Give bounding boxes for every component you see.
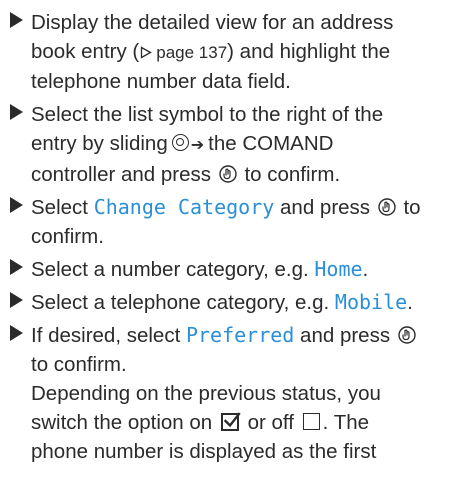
step-telephone-category: Select a telephone category, e.g. Mobile… xyxy=(8,288,454,317)
note-text-c: . The xyxy=(322,411,370,434)
press-controller-icon xyxy=(398,325,416,344)
step-2-text-d: to confirm. xyxy=(244,163,341,186)
press-controller-icon xyxy=(219,164,237,183)
press-controller-icon xyxy=(378,197,396,216)
step-select-list-symbol: Select the list symbol to the right of t… xyxy=(8,100,454,189)
note-text-b: or off xyxy=(247,411,294,434)
step-preferred: If desired, select Preferred and press t… xyxy=(8,321,454,466)
checkbox-checked-icon xyxy=(220,411,241,431)
step-2-line-3: controller and press to confirm. xyxy=(31,160,454,189)
comand-controller-icon xyxy=(171,134,189,152)
slide-right-arrow-icon: ➔ xyxy=(190,137,205,154)
step-1-line-3: telephone number data field. xyxy=(31,70,291,93)
step-5-line-1: Select a telephone category, e.g. Mobile… xyxy=(31,288,454,317)
triangle-bullet-icon xyxy=(10,197,23,213)
step-3-line-2: confirm. xyxy=(31,225,104,248)
option-preferred[interactable]: Preferred xyxy=(186,323,294,347)
page-reference-triangle-icon xyxy=(141,46,153,59)
step-change-category: Select Change Category and press to conf… xyxy=(8,193,454,251)
note-text-a: switch the option on xyxy=(31,411,213,434)
option-mobile[interactable]: Mobile xyxy=(335,290,407,314)
step-4-line-1: Select a number category, e.g. Home. xyxy=(31,255,454,284)
step-3-line-1: Select Change Category and press to xyxy=(31,193,454,222)
triangle-bullet-icon xyxy=(10,104,23,120)
step-display-detailed-view: Display the detailed view for an address… xyxy=(8,8,454,96)
instruction-list: Display the detailed view for an address… xyxy=(8,8,454,470)
triangle-bullet-icon xyxy=(10,325,23,341)
page-reference-link[interactable]: page 137 xyxy=(156,43,227,62)
step-1-text-a: book entry ( xyxy=(31,40,140,63)
step-2-line-2: entry by sliding ➔ the COMAND xyxy=(31,129,454,160)
step-3-text-a: Select xyxy=(31,196,88,219)
menu-item-change-category[interactable]: Change Category xyxy=(94,195,275,219)
step-6-text-a: If desired, select xyxy=(31,324,181,347)
triangle-bullet-icon xyxy=(10,12,23,28)
step-2-text-b: the COMAND xyxy=(208,132,334,155)
step-1-line-2: book entry ( page 137) and highlight the xyxy=(31,37,454,67)
step-6-text-b: and press xyxy=(300,324,391,347)
option-home[interactable]: Home xyxy=(314,257,362,281)
step-6-line-1: If desired, select Preferred and press xyxy=(31,321,454,350)
step-2-line-1: Select the list symbol to the right of t… xyxy=(31,103,384,126)
step-5-text-b: . xyxy=(407,291,413,314)
step-1-text-b: ) and highlight the xyxy=(227,40,391,63)
step-6-line-2: to confirm. xyxy=(31,353,127,376)
checkbox-empty-icon xyxy=(302,413,320,431)
step-3-text-c: to xyxy=(403,196,421,219)
step-5-text-a: Select a telephone category, e.g. xyxy=(31,291,330,314)
step-number-category: Select a number category, e.g. Home. xyxy=(8,255,454,284)
step-4-text-b: . xyxy=(362,258,369,281)
step-1-line-1: Display the detailed view for an address xyxy=(31,11,394,34)
triangle-bullet-icon xyxy=(10,292,23,308)
note-line-3: phone number is displayed as the first xyxy=(31,440,377,463)
note-line-2: switch the option on or off . The xyxy=(31,408,454,437)
note-line-1: Depending on the previous status, you xyxy=(31,382,381,405)
step-2-text-c: controller and press xyxy=(31,163,212,186)
step-4-text-a: Select a number category, e.g. xyxy=(31,258,309,281)
triangle-bullet-icon xyxy=(10,259,23,275)
step-3-text-b: and press xyxy=(280,196,371,219)
step-2-text-a: entry by sliding xyxy=(31,132,168,155)
